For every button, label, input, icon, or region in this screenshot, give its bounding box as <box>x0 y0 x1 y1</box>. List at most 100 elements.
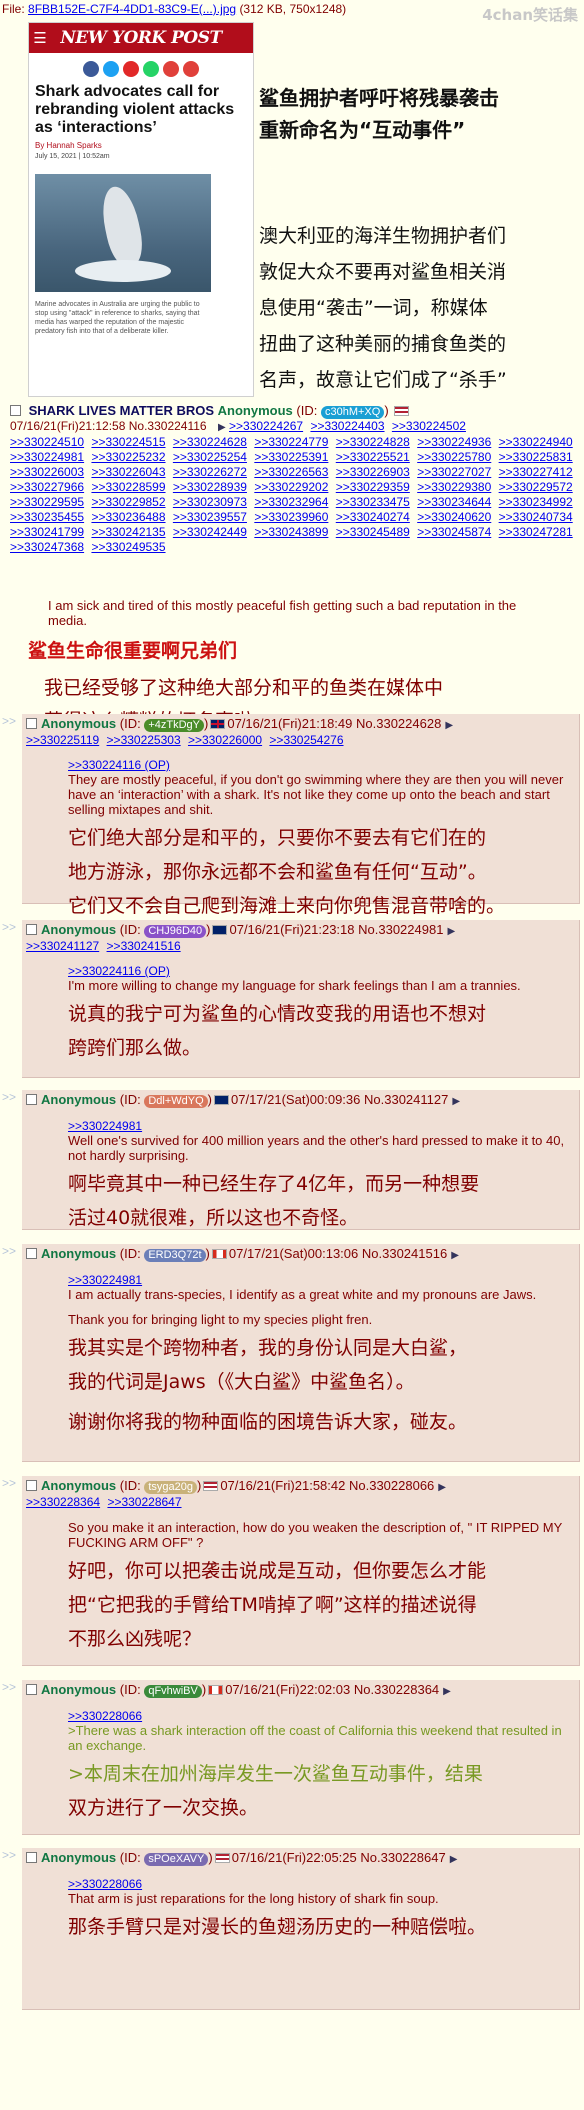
reply-link[interactable]: >>330226000 <box>188 733 262 747</box>
post-checkbox[interactable] <box>26 718 37 729</box>
reply-link[interactable]: >>330226563 <box>254 465 328 479</box>
reply-link[interactable]: >>330245874 <box>417 525 491 539</box>
reply-link[interactable]: >>330225254 <box>173 450 247 464</box>
reply-link[interactable]: >>330242449 <box>173 525 247 539</box>
post-checkbox[interactable] <box>26 924 37 935</box>
reply-link[interactable]: >>330225391 <box>254 450 328 464</box>
quote-link[interactable]: >>330228066 <box>68 1877 579 1891</box>
reply-link[interactable]: >>330230973 <box>173 495 247 509</box>
reply-link[interactable]: >>330224940 <box>499 435 573 449</box>
poster-id[interactable]: +4zTkDgY <box>144 719 204 732</box>
reply-link[interactable]: >>330228599 <box>91 480 165 494</box>
reply-link[interactable]: >>330227966 <box>10 480 84 494</box>
post-menu-arrow-icon[interactable]: ▶ <box>438 1482 446 1493</box>
post-checkbox[interactable] <box>26 1852 37 1863</box>
reply-link[interactable]: >>330239557 <box>173 510 247 524</box>
poster-id[interactable]: sPOeXAVY <box>144 1853 209 1866</box>
reply-link[interactable]: >>330229572 <box>499 480 573 494</box>
reply-link[interactable]: >>330226043 <box>91 465 165 479</box>
reply-link[interactable]: >>330229202 <box>254 480 328 494</box>
reply-link[interactable]: >>330226272 <box>173 465 247 479</box>
op-poster-id[interactable]: c30hM+XQ <box>320 406 385 419</box>
reply-link[interactable]: >>330241799 <box>10 525 84 539</box>
reply-link[interactable]: >>330234992 <box>499 495 573 509</box>
reply-link[interactable]: >>330229595 <box>10 495 84 509</box>
reply-link[interactable]: >>330227027 <box>417 465 491 479</box>
post-number[interactable]: No.330228066 <box>349 1478 434 1493</box>
reply-link[interactable]: >>330224936 <box>417 435 491 449</box>
op-checkbox[interactable] <box>10 405 21 416</box>
reply-link[interactable]: >>330224267 <box>229 419 303 433</box>
post-number[interactable]: No.330241127 <box>364 1092 448 1107</box>
poster-id[interactable]: qFvhwiBV <box>144 1685 202 1698</box>
post-checkbox[interactable] <box>26 1480 37 1491</box>
post-number[interactable]: No.330228647 <box>360 1850 445 1865</box>
poster-id[interactable]: ERD3Q72t <box>144 1249 206 1262</box>
post-number[interactable]: No.330224628 <box>356 716 441 731</box>
reply-link[interactable]: >>330224403 <box>310 419 384 433</box>
quote-link[interactable]: >>330224981 <box>68 1119 579 1133</box>
reply-link[interactable]: >>330240620 <box>417 510 491 524</box>
reply-link[interactable]: >>330224779 <box>254 435 328 449</box>
poster-id[interactable]: tsyga20g <box>144 1481 197 1494</box>
quote-link[interactable]: >>330224116 (OP) <box>68 964 579 978</box>
reply-link[interactable]: >>330229852 <box>91 495 165 509</box>
reply-link[interactable]: >>330234644 <box>417 495 491 509</box>
reply-link[interactable]: >>330242135 <box>91 525 165 539</box>
post-menu-arrow-icon[interactable]: ▶ <box>447 926 455 937</box>
post-menu-arrow-icon[interactable]: ▶ <box>451 1250 459 1261</box>
reply-link[interactable]: >>330229380 <box>417 480 491 494</box>
post-menu-arrow-icon[interactable]: ▶ <box>445 720 453 731</box>
reply-link[interactable]: >>330235455 <box>10 510 84 524</box>
file-link[interactable]: 8FBB152E-C7F4-4DD1-83C9-E(...).jpg <box>28 2 236 16</box>
reply-link[interactable]: >>330232964 <box>254 495 328 509</box>
reply-link[interactable]: >>330247368 <box>10 540 84 554</box>
post-checkbox[interactable] <box>26 1248 37 1259</box>
reply-link[interactable]: >>330225303 <box>107 733 181 747</box>
reply-link[interactable]: >>330224828 <box>336 435 410 449</box>
poster-id[interactable]: Ddl+WdYQ <box>144 1095 208 1108</box>
post-menu-arrow-icon[interactable]: ▶ <box>452 1096 460 1107</box>
reply-link[interactable]: >>330225521 <box>336 450 410 464</box>
reply-link[interactable]: >>330224515 <box>91 435 165 449</box>
quote-link[interactable]: >>330228066 <box>68 1709 579 1723</box>
reply-link[interactable]: >>330239960 <box>254 510 328 524</box>
reply-link[interactable]: >>330254276 <box>269 733 343 747</box>
op-post-number[interactable]: No.330224116 <box>129 419 207 433</box>
reply-link[interactable]: >>330224981 <box>10 450 84 464</box>
post-checkbox[interactable] <box>26 1684 37 1695</box>
reply-link[interactable]: >>330224510 <box>10 435 84 449</box>
reply-link[interactable]: >>330227412 <box>499 465 573 479</box>
reply-link[interactable]: >>330233475 <box>336 495 410 509</box>
quote-link[interactable]: >>330224981 <box>68 1273 579 1287</box>
reply-link[interactable]: >>330249535 <box>91 540 165 554</box>
reply-link[interactable]: >>330224502 <box>392 419 466 433</box>
reply-link[interactable]: >>330225831 <box>499 450 573 464</box>
reply-link[interactable]: >>330226903 <box>336 465 410 479</box>
quote-link[interactable]: >>330224116 (OP) <box>68 758 579 772</box>
reply-link[interactable]: >>330228364 <box>26 1495 100 1509</box>
reply-link[interactable]: >>330225232 <box>91 450 165 464</box>
reply-link[interactable]: >>330228647 <box>107 1495 181 1509</box>
poster-id[interactable]: CHJ96D40 <box>144 925 207 938</box>
newspaper-screenshot[interactable]: ☰ NEW YORK POST Shark advocates call for… <box>28 22 254 397</box>
reply-link[interactable]: >>330226003 <box>10 465 84 479</box>
reply-link[interactable]: >>330240734 <box>499 510 573 524</box>
reply-link[interactable]: >>330225119 <box>26 733 99 747</box>
post-menu-arrow-icon[interactable]: ▶ <box>450 1854 458 1865</box>
reply-link[interactable]: >>330241516 <box>107 939 181 953</box>
reply-link[interactable]: >>330229359 <box>336 480 410 494</box>
post-number[interactable]: No.330228364 <box>354 1682 439 1697</box>
reply-link[interactable]: >>330225780 <box>417 450 491 464</box>
reply-link[interactable]: >>330245489 <box>336 525 410 539</box>
reply-link[interactable]: >>330228939 <box>173 480 247 494</box>
reply-link[interactable]: >>330236488 <box>91 510 165 524</box>
reply-link[interactable]: >>330224628 <box>173 435 247 449</box>
post-menu-arrow-icon[interactable]: ▶ <box>443 1686 451 1697</box>
reply-link[interactable]: >>330243899 <box>254 525 328 539</box>
post-number[interactable]: No.330224981 <box>358 922 443 937</box>
reply-link[interactable]: >>330247281 <box>499 525 573 539</box>
post-checkbox[interactable] <box>26 1094 37 1105</box>
reply-link[interactable]: >>330241127 <box>26 939 99 953</box>
reply-link[interactable]: >>330240274 <box>336 510 410 524</box>
